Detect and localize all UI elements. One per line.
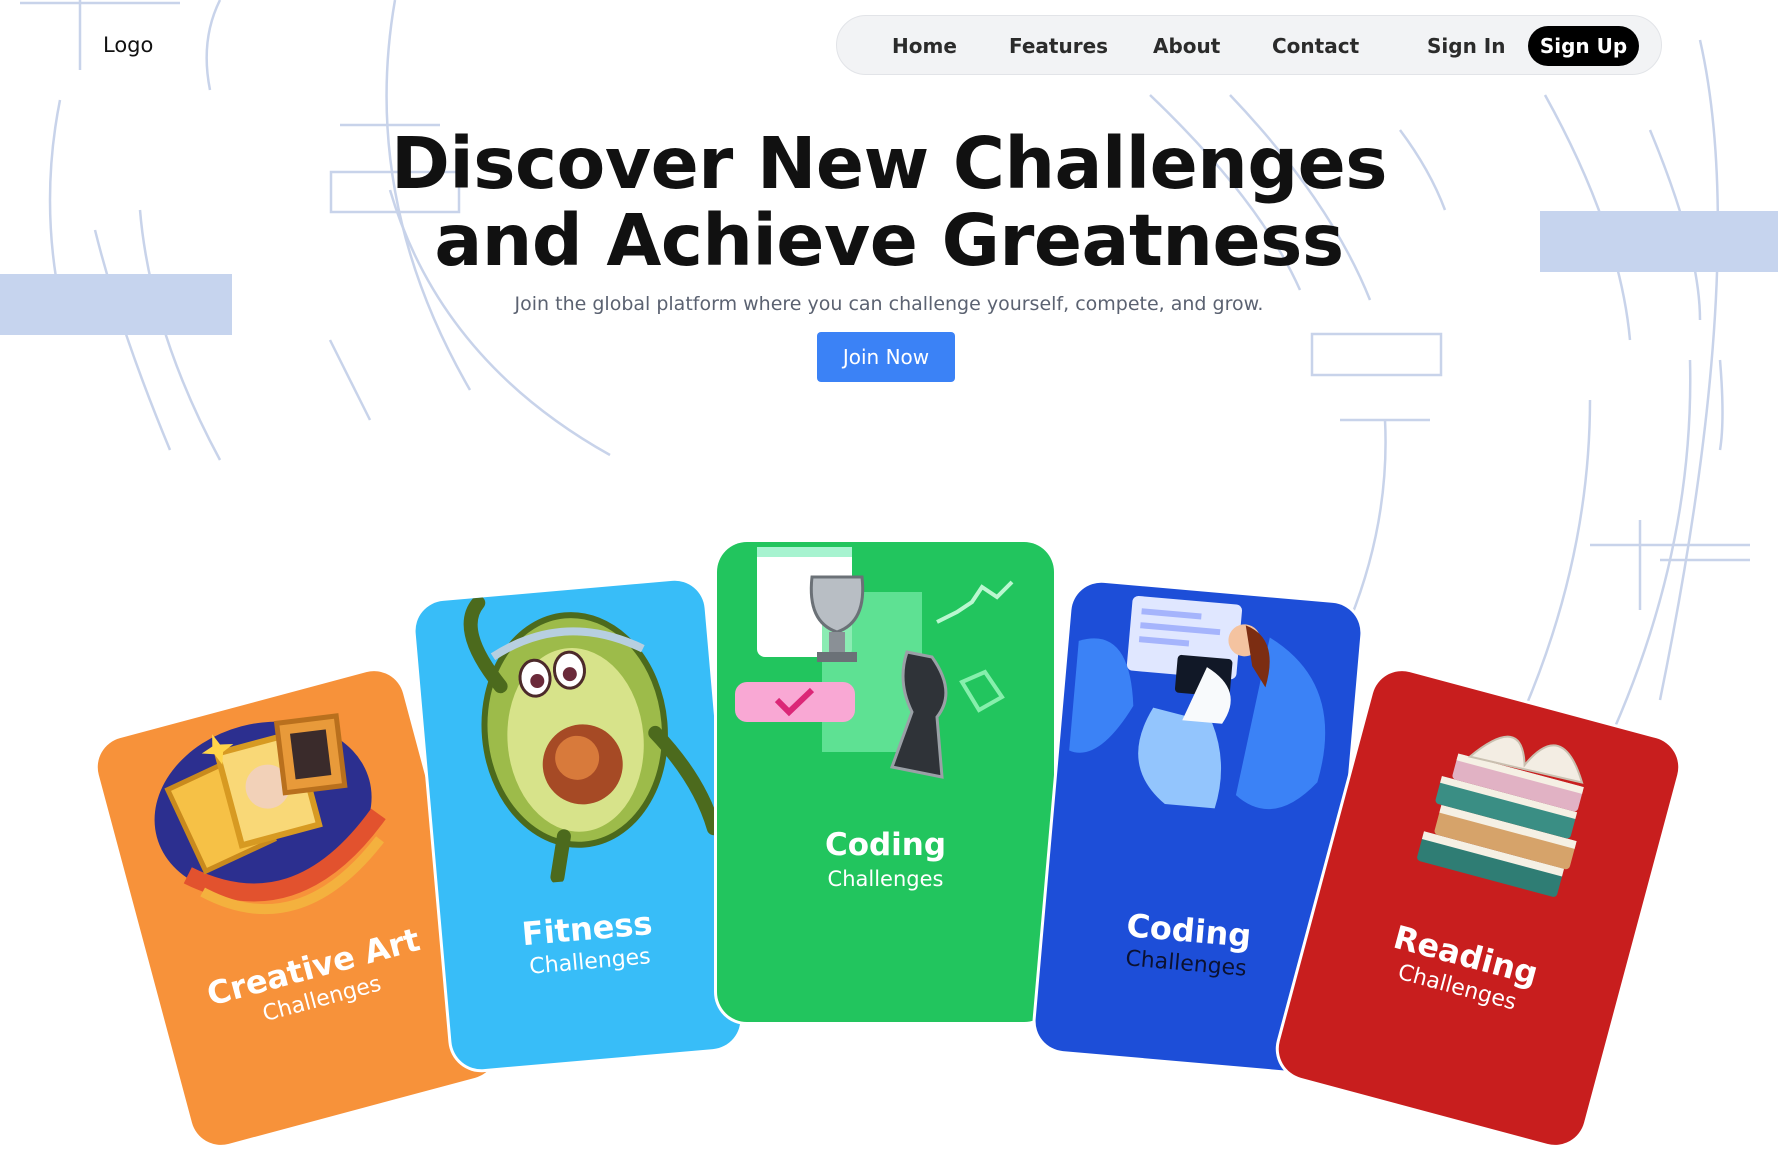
avocado-workout-icon <box>463 595 721 884</box>
chess-trophy-icon <box>735 547 1014 779</box>
card-fitness[interactable]: Fitness Challenges <box>413 578 743 1072</box>
challenge-cards: Creative Art Challenges Fitness Challeng… <box>0 0 1778 1152</box>
card-subtitle: Challenges <box>827 867 944 891</box>
card-title: Coding <box>824 827 947 863</box>
card-coding-center[interactable]: Coding Challenges <box>717 542 1054 1022</box>
laptop-person-icon <box>1069 595 1326 810</box>
